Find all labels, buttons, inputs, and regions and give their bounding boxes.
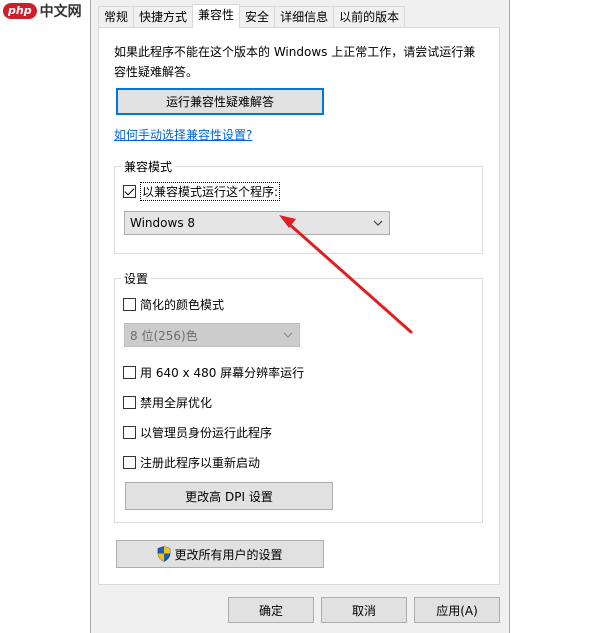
register-restart-row[interactable]: 注册此程序以重新启动 [123,453,260,471]
run-as-admin-checkbox[interactable] [123,425,136,439]
tab-compatibility[interactable]: 兼容性 [192,4,241,28]
res-640-row[interactable]: 用 640 x 480 屏幕分辨率运行 [123,363,304,381]
color-depth-value: 8 位(256)色 [130,328,198,343]
manual-settings-link[interactable]: 如何手动选择兼容性设置? [114,126,252,143]
register-restart-label: 注册此程序以重新启动 [140,455,261,470]
change-all-users-button[interactable]: 更改所有用户的设置 [116,540,324,568]
reduced-color-checkbox[interactable] [123,297,136,311]
apply-button[interactable]: 应用(A) [414,597,500,623]
disable-fullscreen-checkbox[interactable] [123,395,136,409]
chevron-down-icon [283,332,293,338]
color-depth-select: 8 位(256)色 [124,323,300,347]
compatibility-panel: 如果此程序不能在这个版本的 Windows 上正常工作，请尝试运行兼容性疑难解答… [98,27,500,585]
compat-os-value: Windows 8 [130,216,196,230]
register-restart-checkbox[interactable] [123,455,136,469]
change-all-users-label: 更改所有用户的设置 [174,547,283,562]
compat-mode-label: 以兼容模式运行这个程序: [140,181,281,201]
compat-mode-title: 兼容模式 [121,158,176,175]
compat-mode-checkbox-row[interactable]: 以兼容模式运行这个程序: [123,181,281,201]
run-troubleshooter-button[interactable]: 运行兼容性疑难解答 [116,88,324,115]
change-dpi-button[interactable]: 更改高 DPI 设置 [125,482,333,510]
compat-mode-checkbox[interactable] [123,184,136,198]
reduced-color-label: 简化的颜色模式 [140,297,225,312]
site-watermark: php 中文网 [3,2,87,20]
tab-previous-versions[interactable]: 以前的版本 [333,6,406,28]
chevron-down-icon [373,220,383,226]
tab-security[interactable]: 安全 [239,6,276,28]
res-640-checkbox[interactable] [123,365,136,379]
tab-shortcut[interactable]: 快捷方式 [133,6,194,28]
compat-os-select[interactable]: Windows 8 [124,211,390,235]
cancel-button[interactable]: 取消 [321,597,407,623]
settings-group: 设置 简化的颜色模式 8 位(256)色 用 640 x 480 屏幕分辨率运行… [114,270,483,523]
run-as-admin-row[interactable]: 以管理员身份运行此程序 [123,423,272,441]
res-640-label: 用 640 x 480 屏幕分辨率运行 [140,365,305,380]
tab-bar: 常规 快捷方式 兼容性 安全 详细信息 以前的版本 [98,4,406,28]
properties-dialog: 常规 快捷方式 兼容性 安全 详细信息 以前的版本 如果此程序不能在这个版本的 … [90,0,510,633]
watermark-site: 中文网 [39,4,82,20]
compat-description: 如果此程序不能在这个版本的 Windows 上正常工作，请尝试运行兼容性疑难解答… [114,45,476,79]
reduced-color-row[interactable]: 简化的颜色模式 [123,295,224,313]
compat-mode-group: 兼容模式 以兼容模式运行这个程序: Windows 8 [114,158,483,254]
run-as-admin-label: 以管理员身份运行此程序 [140,425,273,440]
shield-icon [158,546,171,562]
settings-title: 设置 [121,270,152,287]
disable-fullscreen-label: 禁用全屏优化 [140,395,213,410]
ok-button[interactable]: 确定 [228,597,314,623]
watermark-brand: php [3,3,37,19]
tab-general[interactable]: 常规 [98,6,135,28]
tab-details[interactable]: 详细信息 [274,6,335,28]
disable-fullscreen-row[interactable]: 禁用全屏优化 [123,393,212,411]
